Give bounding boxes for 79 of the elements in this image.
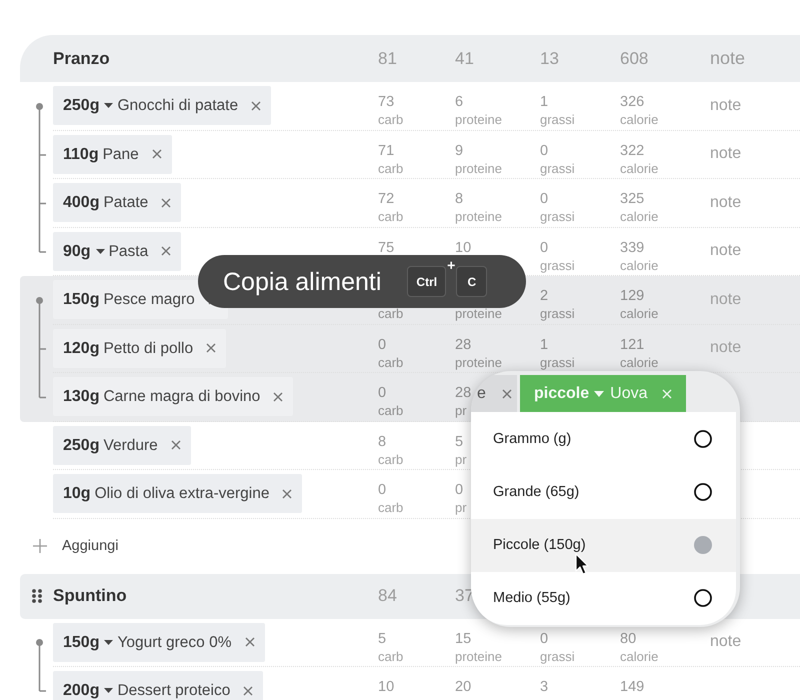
nutrient-value: 339 [620, 240, 644, 256]
nutrient-unit: calorie [620, 258, 658, 272]
nutrient-value: 80 [620, 630, 636, 646]
nutrient-unit: carb [378, 354, 404, 370]
nutrient-unit: calorie [620, 209, 658, 224]
nutrient-unit: grassi [540, 306, 575, 321]
total-value: 81 [378, 48, 397, 68]
nutrient-value: 9 [455, 142, 464, 158]
nutrient-unit: carb [378, 648, 404, 664]
nutrient-unit: carb [378, 306, 404, 321]
nutrient-value: 326 [620, 94, 644, 110]
nutrient-unit: carb [378, 500, 404, 515]
nutrient-unit: proteine [455, 354, 502, 370]
nutrient-unit: calorie [620, 112, 658, 127]
nutrient-value: 73 [378, 94, 394, 110]
total-value: 84 [378, 586, 397, 605]
nutrient-value: 325 [620, 191, 644, 207]
nutrient-value: 322 [620, 142, 644, 158]
nutrient-unit: grassi [540, 160, 575, 176]
meal-title: Spuntino [53, 586, 127, 605]
total-value: 13 [540, 48, 559, 68]
nutrient-value: 15 [455, 630, 472, 646]
nutrient-unit: pr [455, 403, 467, 418]
nutrient-value: 0 [540, 142, 548, 158]
nutrient-value: 72 [378, 191, 394, 207]
nutrient-value: 8 [378, 434, 386, 450]
nutrient-value: 0 [540, 191, 548, 207]
nutrient-value: 5 [455, 434, 464, 450]
nutrient-unit: proteine [455, 648, 502, 664]
nutrient-value: 1 [540, 336, 548, 352]
nutrient-value: 75 [378, 240, 394, 256]
nutrient-unit: proteine [455, 209, 502, 224]
nutrient-unit: pr [455, 452, 467, 466]
nutrient-unit: proteine [455, 160, 502, 176]
nutrient-value: 71 [378, 142, 394, 158]
nutrient-value: 10 [455, 240, 472, 256]
nutrient-unit: grassi [540, 258, 575, 272]
nutrient-unit: calorie [620, 648, 658, 664]
nutrient-unit: proteine [455, 306, 502, 321]
nutrient-value: 0 [378, 336, 386, 352]
total-value: 608 [620, 48, 648, 68]
nutrient-unit: carb [378, 160, 404, 176]
nutrient-unit: carb [378, 112, 404, 127]
nutrient-unit: carb [378, 403, 404, 418]
nutrient-unit: grassi [540, 209, 575, 224]
nutrient-unit: grassi [540, 648, 575, 664]
key-plus: + [447, 259, 456, 271]
nutrient-unit: calorie [620, 160, 658, 176]
nutrient-value: 0 [540, 630, 548, 646]
nutrient-value: 149 [620, 679, 644, 695]
nutrient-value: 0 [378, 482, 386, 498]
nutrient-value: 0 [455, 482, 464, 498]
nutrient-value: 121 [620, 336, 644, 352]
meal-title: Pranzo [53, 48, 110, 68]
nutrient-unit: proteine [455, 112, 502, 127]
keyboard-key: Ctrl [407, 266, 446, 297]
nutrient-value: 28 [455, 385, 472, 401]
nutrient-unit: calorie [620, 354, 658, 370]
nutrient-unit: grassi [540, 354, 575, 370]
keyboard-key: C [456, 266, 488, 297]
nutrient-value: 6 [455, 94, 464, 110]
nutrient-value: 20 [455, 679, 472, 695]
nutrient-value: 28 [455, 336, 472, 352]
nutrient-unit: carb [378, 209, 404, 224]
total-value: 41 [455, 48, 474, 68]
nutrient-value: 0 [378, 385, 386, 401]
nutrient-value: 5 [378, 630, 386, 646]
nutrient-value: 3 [540, 679, 548, 695]
nutrient-unit: grassi [540, 112, 575, 127]
nutrient-value: 0 [540, 240, 548, 256]
nutrient-value: 1 [540, 94, 548, 110]
nutrient-value: 8 [455, 191, 464, 207]
nutrient-value: 2 [540, 288, 548, 304]
nutrient-value: 10 [378, 679, 394, 695]
nutrient-unit: carb [378, 452, 404, 466]
nutrient-unit: pr [455, 500, 467, 515]
nutrient-value: 129 [620, 288, 644, 304]
note-header: note [710, 48, 746, 68]
nutrient-unit: calorie [620, 306, 658, 321]
